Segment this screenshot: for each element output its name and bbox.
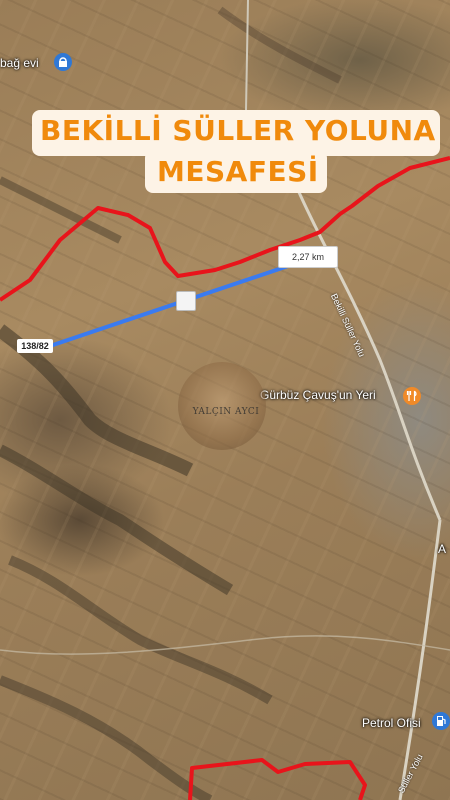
road (0, 635, 450, 655)
distance-label: 2,27 km (278, 246, 338, 268)
road-label-edge-fragment: A (438, 542, 447, 556)
gas-station-icon[interactable] (432, 712, 450, 730)
satellite-map[interactable]: 2,27 km 138/82 bağ evi Bekilli Süller Yo… (0, 0, 450, 800)
watermark-text: YALÇIN AYCI (192, 407, 260, 417)
boundary-line (188, 758, 367, 800)
ravine (0, 675, 213, 800)
road (245, 0, 249, 111)
poi-label-gas-station[interactable]: Petrol Ofisi (362, 716, 421, 730)
watermark-logo (178, 362, 266, 450)
poi-label-bag-evi[interactable]: bağ evi (0, 56, 39, 70)
parcel-label: 138/82 (17, 339, 53, 353)
title-line-1: BEKİLLİ SÜLLER YOLUNA (40, 114, 436, 147)
restaurant-icon[interactable] (403, 387, 421, 405)
measurement-midpoint-handle[interactable] (176, 291, 196, 311)
road (296, 189, 442, 521)
title-line-2: MESAFESİ (157, 155, 319, 188)
ravine (8, 555, 273, 705)
ravine (217, 6, 342, 84)
lodging-icon[interactable] (54, 53, 72, 71)
poi-label-restaurant[interactable]: Gürbüz Çavuş'un Yeri (260, 388, 376, 402)
